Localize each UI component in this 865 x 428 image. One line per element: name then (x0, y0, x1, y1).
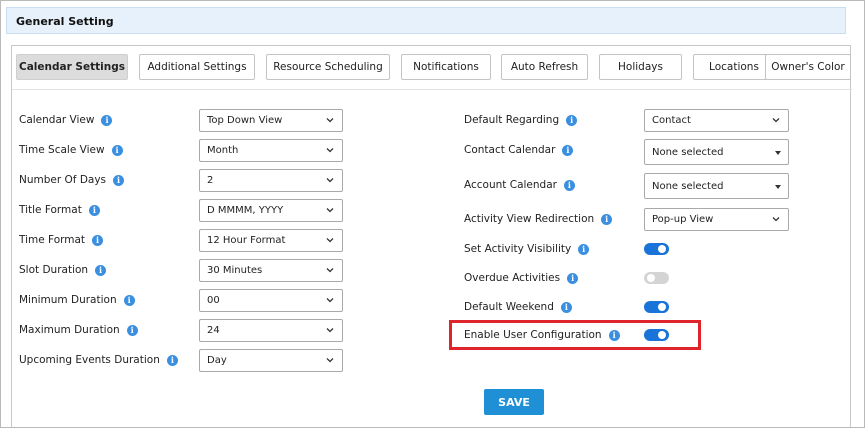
default-weekend-toggle[interactable] (644, 301, 669, 313)
chevron-down-icon (326, 328, 334, 333)
time-format-select[interactable]: 12 Hour Format (199, 229, 343, 252)
activity-view-redirection-select[interactable]: Pop-up View (644, 208, 789, 231)
settings-panel: Calendar Settings Additional Settings Re… (11, 45, 852, 427)
info-icon[interactable]: i (578, 243, 590, 255)
info-icon[interactable]: i (601, 213, 613, 225)
title-format-select[interactable]: D MMMM, YYYY (199, 199, 343, 222)
info-icon[interactable]: i (88, 204, 100, 216)
contact-calendar-label: Contact Calendar i (464, 143, 574, 157)
calendar-view-label: Calendar View i (19, 113, 113, 127)
tab-resource-scheduling[interactable]: Resource Scheduling (266, 54, 390, 80)
info-icon[interactable]: i (166, 354, 178, 366)
default-regarding-label: Default Regarding i (464, 113, 578, 127)
time-scale-view-label: Time Scale View i (19, 143, 123, 157)
toggle-knob (658, 245, 666, 253)
account-calendar-multiselect[interactable]: None selected (644, 173, 789, 199)
chevron-down-icon (326, 148, 334, 153)
toggle-knob (647, 274, 655, 282)
tab-auto-refresh[interactable]: Auto Refresh (501, 54, 588, 80)
caret-down-icon (775, 151, 781, 155)
tab-holidays[interactable]: Holidays (599, 54, 682, 80)
upcoming-events-duration-select[interactable]: Day (199, 349, 343, 372)
overdue-activities-toggle[interactable] (644, 272, 669, 284)
default-weekend-label: Default Weekend i (464, 300, 572, 314)
info-icon[interactable]: i (92, 234, 104, 246)
caret-down-icon (775, 185, 781, 189)
save-button[interactable]: SAVE (484, 389, 544, 415)
activity-view-redirection-label: Activity View Redirection i (464, 212, 613, 226)
page-title: General Setting (6, 7, 846, 34)
chevron-down-icon (326, 268, 334, 273)
slot-duration-label: Slot Duration i (19, 263, 107, 277)
minimum-duration-label: Minimum Duration i (19, 293, 135, 307)
info-icon[interactable]: i (101, 114, 113, 126)
contact-calendar-multiselect[interactable]: None selected (644, 139, 789, 165)
tab-additional-settings[interactable]: Additional Settings (139, 54, 255, 80)
info-icon[interactable]: i (111, 144, 123, 156)
info-icon[interactable]: i (560, 301, 572, 313)
title-format-label: Title Format i (19, 203, 100, 217)
info-icon[interactable]: i (566, 114, 578, 126)
calendar-view-select[interactable]: Top Down View (199, 109, 343, 132)
chevron-down-icon (326, 178, 334, 183)
account-calendar-label: Account Calendar i (464, 178, 575, 192)
default-regarding-select[interactable]: Contact (644, 109, 789, 132)
slot-duration-select[interactable]: 30 Minutes (199, 259, 343, 282)
maximum-duration-label: Maximum Duration i (19, 323, 138, 337)
chevron-down-icon (772, 217, 780, 222)
set-activity-visibility-toggle[interactable] (644, 243, 669, 255)
info-icon[interactable]: i (126, 324, 138, 336)
info-icon[interactable]: i (113, 174, 125, 186)
tab-owners-color[interactable]: Owner's Color (765, 54, 851, 80)
minimum-duration-select[interactable]: 00 (199, 289, 343, 312)
time-format-label: Time Format i (19, 233, 104, 247)
tab-locations[interactable]: Locations (693, 54, 775, 80)
chevron-down-icon (326, 358, 334, 363)
info-icon[interactable]: i (567, 272, 579, 284)
highlight-box (449, 320, 701, 350)
tab-calendar-settings[interactable]: Calendar Settings (16, 54, 128, 80)
time-scale-view-select[interactable]: Month (199, 139, 343, 162)
chevron-down-icon (326, 238, 334, 243)
tab-divider (12, 89, 852, 90)
overdue-activities-label: Overdue Activities i (464, 271, 579, 285)
toggle-knob (658, 303, 666, 311)
info-icon[interactable]: i (563, 179, 575, 191)
chevron-down-icon (326, 118, 334, 123)
info-icon[interactable]: i (123, 294, 135, 306)
tab-notifications[interactable]: Notifications (401, 54, 491, 80)
info-icon[interactable]: i (562, 144, 574, 156)
chevron-down-icon (326, 208, 334, 213)
info-icon[interactable]: i (95, 264, 107, 276)
number-of-days-label: Number Of Days i (19, 173, 125, 187)
chevron-down-icon (772, 118, 780, 123)
upcoming-events-duration-label: Upcoming Events Duration i (19, 353, 178, 367)
set-activity-visibility-label: Set Activity Visibility i (464, 242, 590, 256)
maximum-duration-select[interactable]: 24 (199, 319, 343, 342)
chevron-down-icon (326, 298, 334, 303)
number-of-days-select[interactable]: 2 (199, 169, 343, 192)
